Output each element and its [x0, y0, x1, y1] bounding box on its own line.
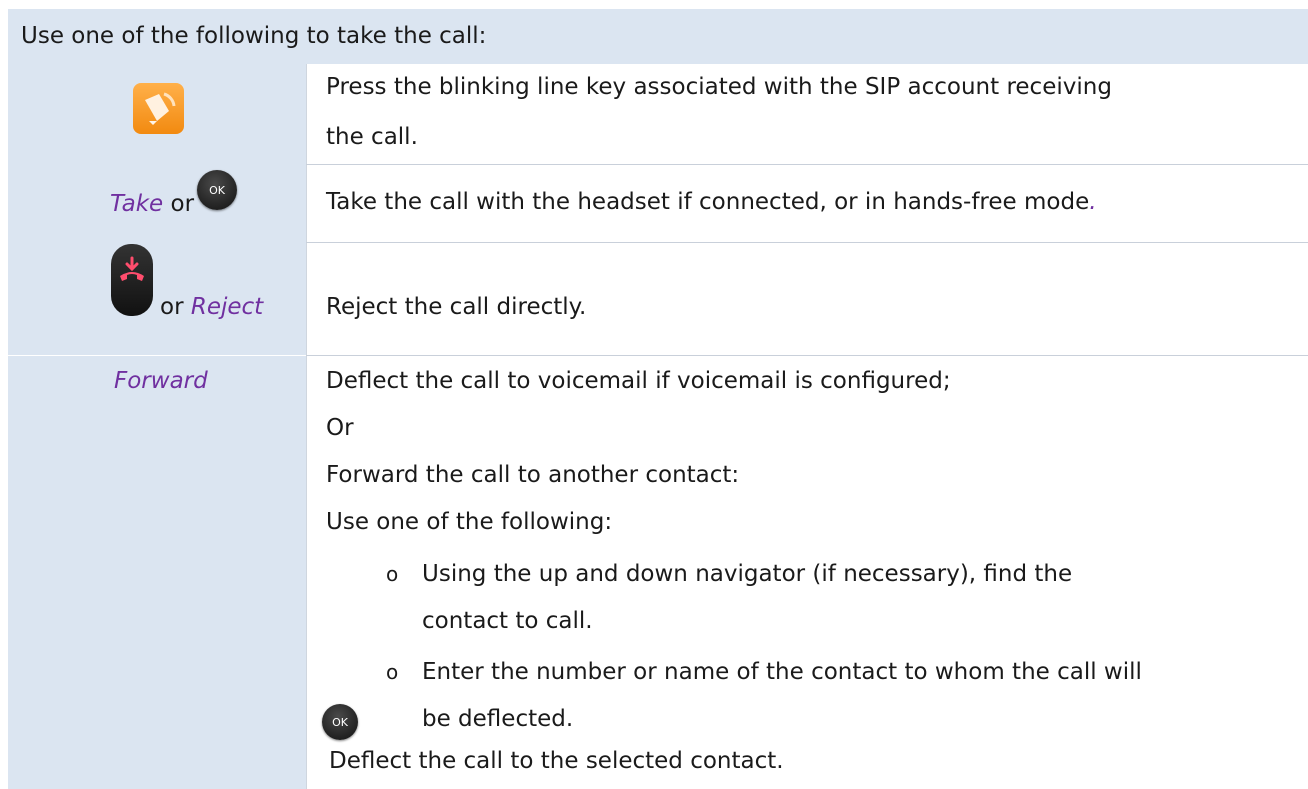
connector-or: or: [160, 294, 184, 320]
bullet-marker: o: [386, 660, 399, 684]
row4-final-line: Deflect the call to the selected contact…: [329, 748, 784, 774]
hang-up-key-icon: [111, 244, 153, 316]
bullet2-line1: Enter the number or name of the contact …: [422, 659, 1142, 685]
row2-description-period: .: [1089, 189, 1097, 215]
bullet1-line1: Using the up and down navigator (if nece…: [422, 561, 1073, 587]
row4-line3: Forward the call to another contact:: [326, 462, 740, 488]
row2-description-text: Take the call with the headset if connec…: [326, 189, 1090, 215]
connector-or: or: [170, 191, 195, 217]
bullet2-line2: be deflected.: [422, 706, 574, 732]
bell-answer-icon: [133, 83, 184, 134]
take-softkey-label: Take: [110, 191, 164, 217]
ok-key-label: OK: [209, 183, 225, 197]
row4-line2: Or: [326, 415, 354, 441]
row-divider: [306, 355, 1308, 356]
row2-left-label: Take or: [110, 185, 194, 224]
row-divider: [306, 164, 1308, 165]
reject-softkey-label: Reject: [190, 294, 264, 320]
row2-description: Take the call with the headset if connec…: [326, 183, 1097, 222]
bullet-marker: o: [386, 562, 399, 586]
ok-key-icon: OK: [197, 170, 237, 210]
ok-key-label: OK: [332, 715, 348, 729]
bullet1-line2: contact to call.: [422, 608, 593, 634]
ok-key-icon: OK: [322, 704, 358, 740]
row3-description: Reject the call directly.: [326, 294, 587, 320]
row4-line4: Use one of the following:: [326, 509, 613, 535]
row1-description-line1: Press the blinking line key associated w…: [326, 74, 1112, 100]
row1-description-line2: the call.: [326, 124, 418, 150]
left-column: [8, 64, 306, 789]
row-divider: [306, 242, 1308, 243]
table-header: Use one of the following to take the cal…: [8, 9, 1308, 64]
forward-softkey-label: Forward: [114, 368, 208, 394]
row4-line1: Deflect the call to voicemail if voicema…: [326, 368, 951, 394]
column-divider: [306, 64, 307, 789]
row3-left-label: or Reject: [160, 288, 263, 327]
row-divider: [8, 355, 306, 356]
